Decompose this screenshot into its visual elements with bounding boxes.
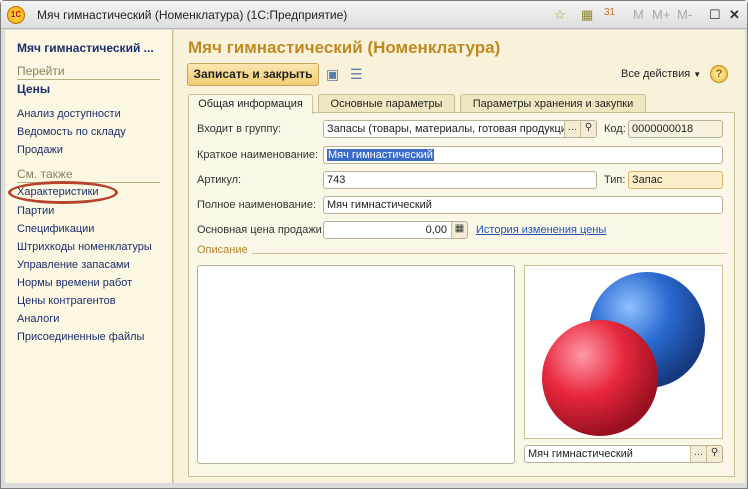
article-field[interactable]: 743 bbox=[323, 171, 597, 189]
close-icon[interactable]: ✕ bbox=[729, 7, 740, 23]
image-field[interactable]: Мяч гимнастический … ⚲ bbox=[524, 445, 723, 463]
app-logo: 1С bbox=[7, 6, 25, 24]
full-name-field[interactable]: Мяч гимнастический bbox=[323, 196, 723, 214]
sidebar-item-analogs[interactable]: Аналоги bbox=[17, 313, 59, 325]
full-name-label: Полное наименование: bbox=[197, 199, 317, 211]
main-form: Мяч гимнастический (Номенклатура) Записа… bbox=[174, 30, 745, 483]
tab-general[interactable]: Общая информация bbox=[188, 94, 313, 114]
description-group: Описание bbox=[197, 244, 727, 256]
tab-storage-purchase[interactable]: Параметры хранения и закупки bbox=[460, 94, 646, 113]
memory-plus-button[interactable]: M+ bbox=[652, 7, 670, 22]
description-textarea[interactable] bbox=[197, 265, 515, 464]
search-icon[interactable]: ⚲ bbox=[580, 121, 596, 137]
price-history-link[interactable]: История изменения цены bbox=[476, 224, 606, 236]
title-bar: 1С Мяч гимнастический (Номенклатура) (1С… bbox=[1, 1, 747, 29]
tab-main-params[interactable]: Основные параметры bbox=[318, 94, 455, 113]
sidebar-item-prices[interactable]: Цены bbox=[17, 82, 50, 96]
window-title: Мяч гимнастический (Номенклатура) (1С:Пр… bbox=[37, 8, 348, 22]
sidebar-title: Мяч гимнастический ... bbox=[17, 41, 154, 55]
search-icon[interactable]: ⚲ bbox=[706, 446, 722, 462]
calendar-icon[interactable]: 31 bbox=[604, 7, 615, 18]
price-label: Основная цена продажи: bbox=[197, 224, 325, 236]
group-label: Входит в группу: bbox=[197, 123, 281, 135]
sidebar-item-sales[interactable]: Продажи bbox=[17, 144, 63, 156]
price-field[interactable]: 0,00 ▦ bbox=[323, 221, 468, 239]
memory-m-button[interactable]: M bbox=[633, 7, 644, 22]
group-field[interactable]: Запасы (товары, материалы, готовая проду… bbox=[323, 120, 597, 138]
sidebar-item-batches[interactable]: Партии bbox=[17, 205, 54, 217]
code-field[interactable]: 0000000018 bbox=[628, 120, 723, 138]
calculator-icon[interactable]: ▦ bbox=[451, 222, 467, 238]
article-label: Артикул: bbox=[197, 174, 242, 186]
short-name-label: Краткое наименование: bbox=[197, 149, 319, 161]
sidebar-item-stock-management[interactable]: Управление запасами bbox=[17, 259, 130, 271]
all-actions-label: Все действия bbox=[621, 68, 691, 80]
sidebar-item-warehouse-report[interactable]: Ведомость по складу bbox=[17, 126, 126, 138]
code-label: Код: bbox=[604, 123, 626, 135]
group-value: Запасы (товары, материалы, готовая проду… bbox=[327, 123, 577, 135]
short-name-value: Мяч гимнастический bbox=[327, 149, 434, 161]
sidebar-item-contractor-prices[interactable]: Цены контрагентов bbox=[17, 295, 116, 307]
maximize-icon[interactable]: ☐ bbox=[709, 7, 721, 23]
list-icon[interactable]: ☰ bbox=[350, 66, 363, 83]
description-label: Описание bbox=[197, 244, 252, 256]
sidebar-item-specifications[interactable]: Спецификации bbox=[17, 223, 94, 235]
sidebar-item-availability[interactable]: Анализ доступности bbox=[17, 108, 121, 120]
calculator-icon[interactable]: ▦ bbox=[581, 7, 593, 23]
sidebar: Мяч гимнастический ... Перейти Цены Анал… bbox=[5, 30, 173, 483]
all-actions-menu[interactable]: Все действия ▼ bbox=[621, 68, 701, 80]
save-close-button[interactable]: Записать и закрыть bbox=[187, 63, 319, 86]
goto-header: Перейти bbox=[17, 64, 160, 80]
see-also-header: См. также bbox=[17, 167, 160, 183]
memory-minus-button[interactable]: M- bbox=[677, 7, 692, 22]
ellipsis-button[interactable]: … bbox=[564, 121, 580, 137]
price-value: 0,00 bbox=[425, 224, 447, 236]
sidebar-item-work-time-norms[interactable]: Нормы времени работ bbox=[17, 277, 132, 289]
help-icon[interactable]: ? bbox=[710, 65, 728, 83]
app-window: 1С Мяч гимнастический (Номенклатура) (1С… bbox=[0, 0, 748, 489]
product-image bbox=[524, 265, 723, 439]
save-icon[interactable]: ▣ bbox=[326, 66, 339, 83]
tab-panel: Входит в группу: Запасы (товары, материа… bbox=[188, 112, 735, 477]
sidebar-item-attached-files[interactable]: Присоединенные файлы bbox=[17, 331, 144, 343]
sidebar-item-barcodes[interactable]: Штрихкоды номенклатуры bbox=[17, 241, 152, 253]
image-name-value: Мяч гимнастический bbox=[528, 448, 633, 460]
ellipsis-button[interactable]: … bbox=[690, 446, 706, 462]
sidebar-item-characteristics[interactable]: Характеристики bbox=[17, 186, 99, 198]
type-field[interactable]: Запас bbox=[628, 171, 723, 189]
favorite-icon[interactable]: ☆ bbox=[554, 7, 566, 23]
type-label: Тип: bbox=[604, 174, 626, 186]
page-title: Мяч гимнастический (Номенклатура) bbox=[188, 38, 501, 57]
chevron-down-icon: ▼ bbox=[693, 70, 702, 79]
short-name-field[interactable]: Мяч гимнастический bbox=[323, 146, 723, 164]
gym-balls-image bbox=[542, 272, 705, 436]
